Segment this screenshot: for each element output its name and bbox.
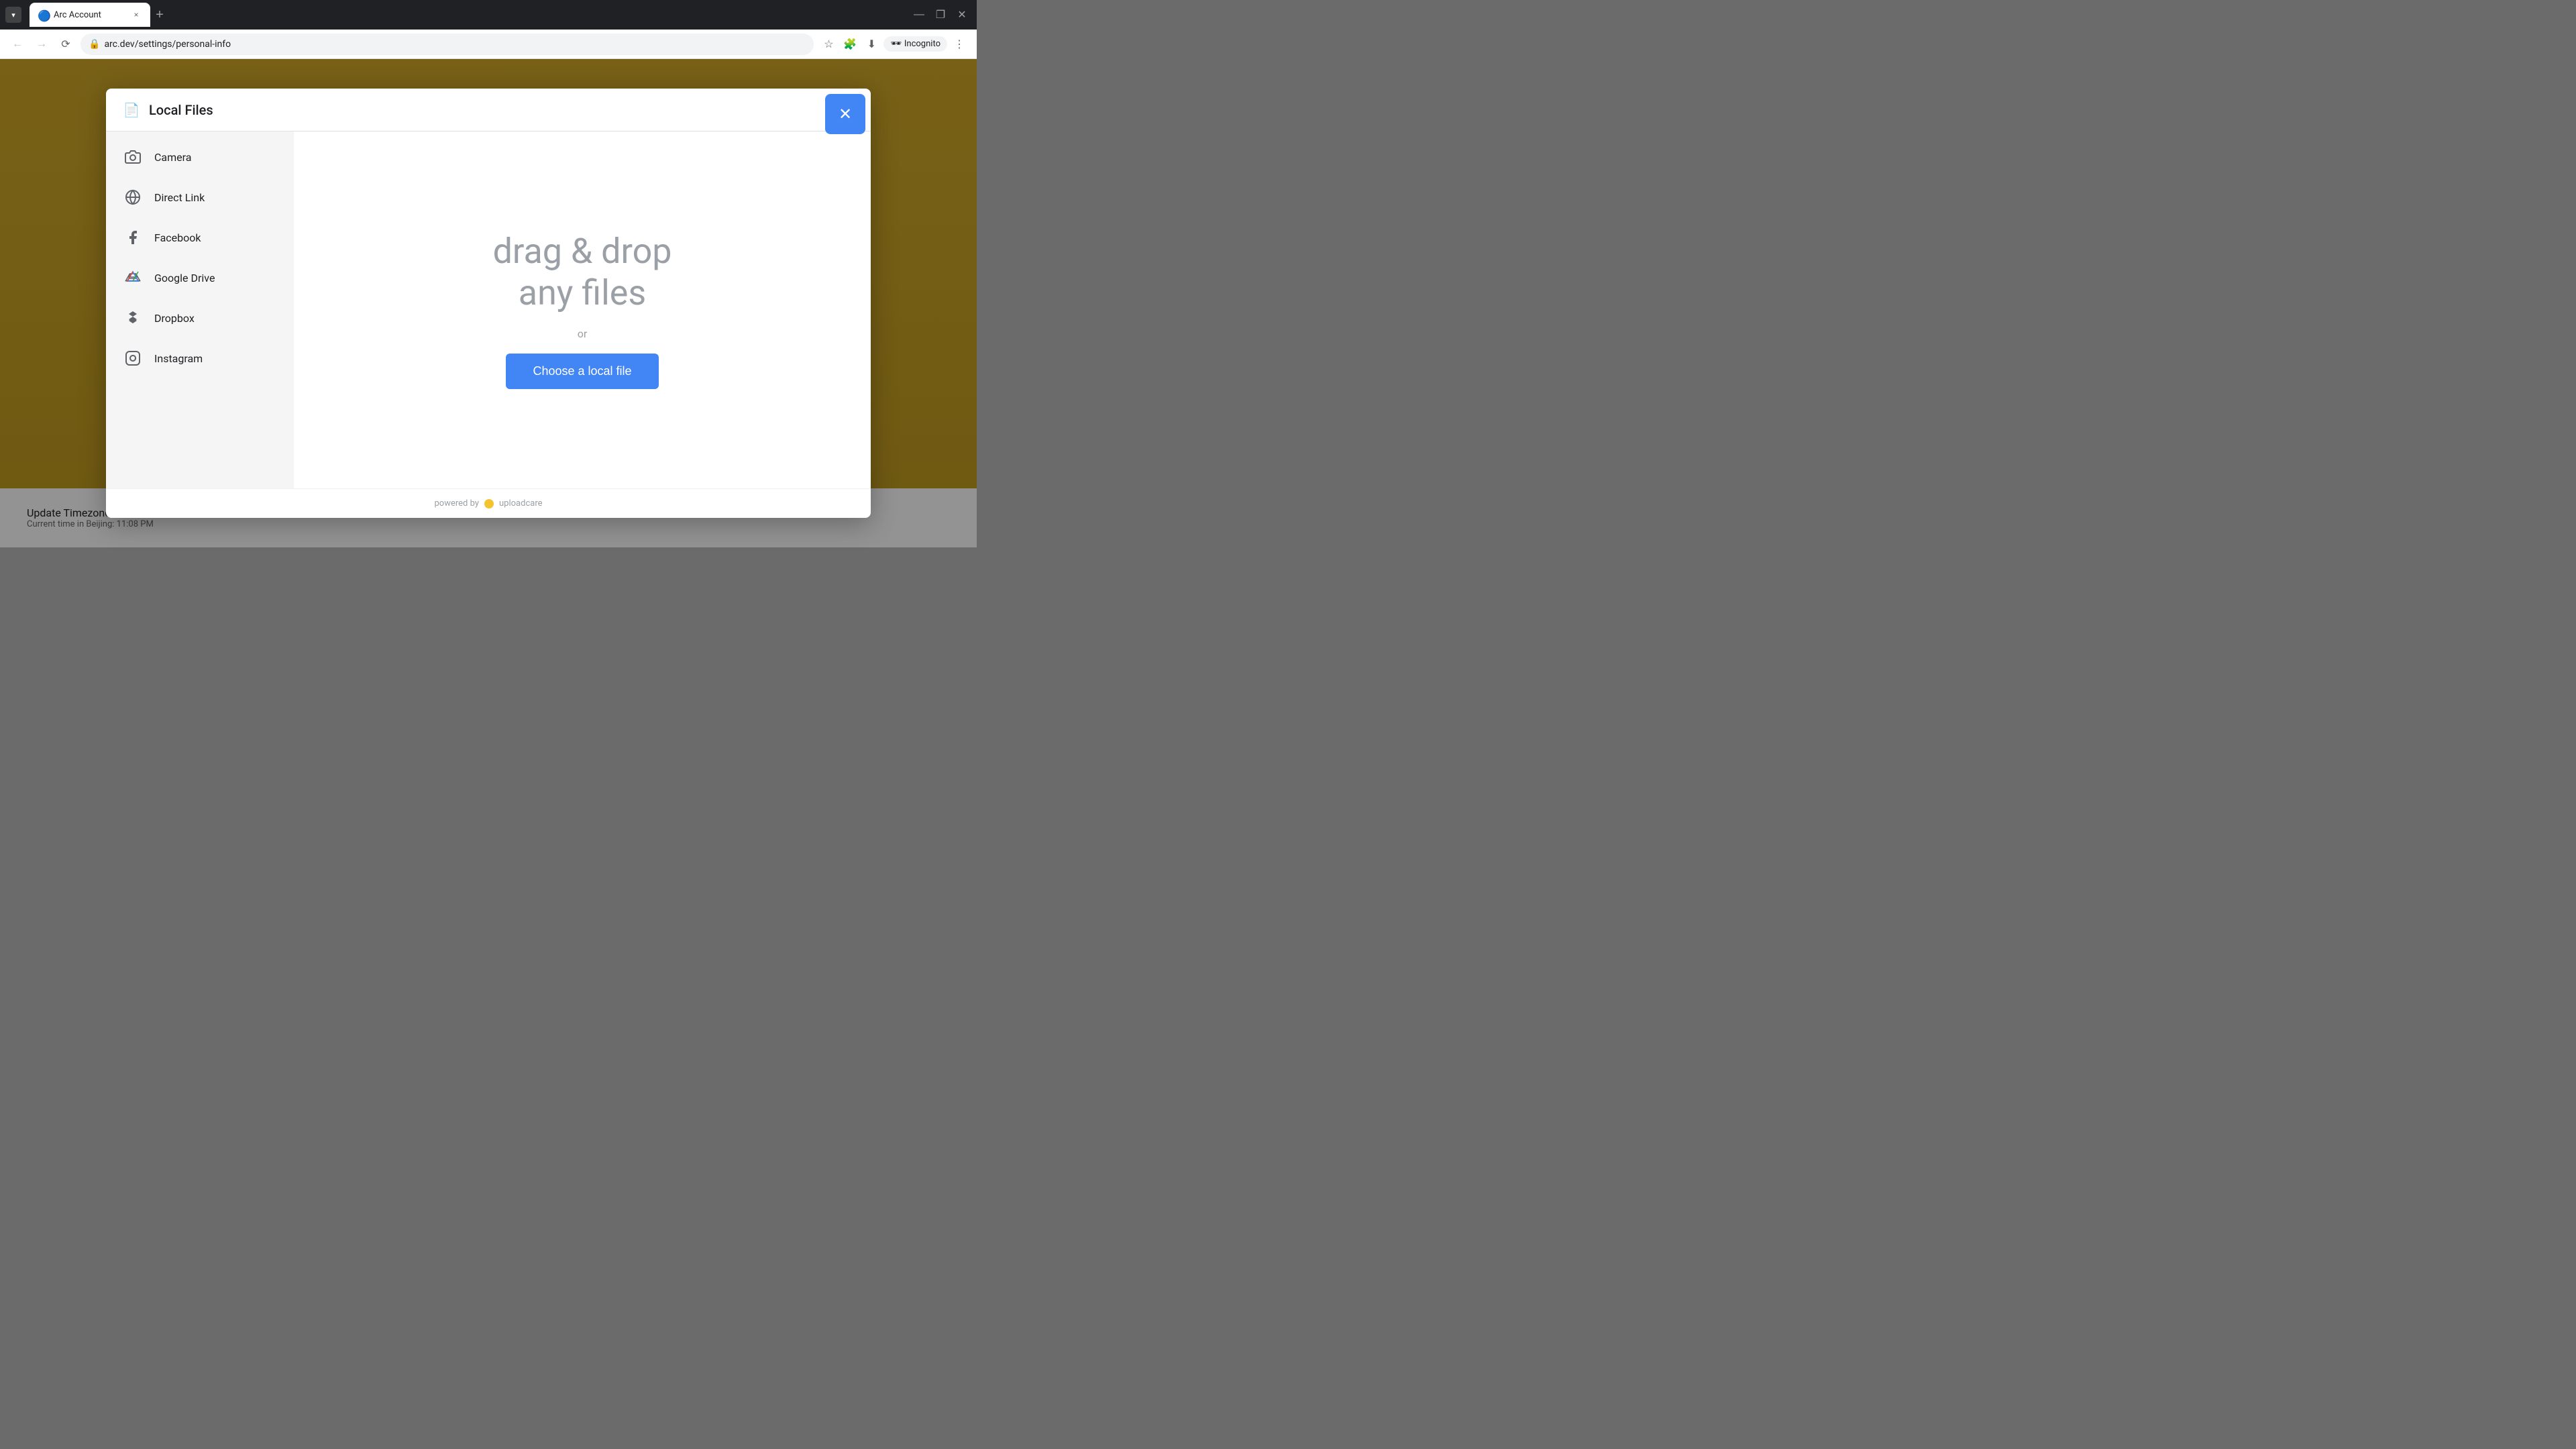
bookmark-button[interactable]: ☆ <box>819 35 838 54</box>
sidebar-item-instagram[interactable]: Instagram <box>106 338 294 378</box>
lock-icon: 🔒 <box>89 39 100 50</box>
incognito-icon: 🕶 <box>890 39 902 49</box>
drop-text-line1: drag & drop <box>493 231 672 272</box>
download-button[interactable]: ⬇ <box>862 35 881 54</box>
incognito-label: Incognito <box>904 39 941 49</box>
modal-sidebar: Camera Direct Link <box>106 131 294 488</box>
sidebar-item-dropbox-label: Dropbox <box>154 312 195 325</box>
tab-bar: 🔵 Arc Account × + <box>30 3 904 27</box>
window-controls: — ❐ ✕ <box>910 5 971 24</box>
url-text: arc.dev/settings/personal-info <box>104 39 231 50</box>
address-bar[interactable]: 🔒 arc.dev/settings/personal-info <box>80 34 814 55</box>
incognito-badge: 🕶 Incognito <box>883 36 947 52</box>
camera-icon <box>122 146 144 168</box>
uploadcare-logo-dot <box>484 499 494 508</box>
or-separator: or <box>578 327 588 340</box>
back-button[interactable]: ← <box>8 35 27 54</box>
modal-footer: powered by uploadcare <box>106 488 871 518</box>
modal-body: Camera Direct Link <box>106 131 871 488</box>
drop-text: drag & drop any files <box>493 231 672 315</box>
tab-favicon: 🔵 <box>38 9 48 20</box>
new-tab-button[interactable]: + <box>150 5 169 24</box>
upload-modal: 📄 Local Files ✕ Camera <box>106 89 871 518</box>
maximize-button[interactable]: ❐ <box>931 5 950 24</box>
sidebar-item-direct-link[interactable]: Direct Link <box>106 177 294 217</box>
dropbox-icon <box>122 307 144 329</box>
uploadcare-brand-name: uploadcare <box>499 498 543 508</box>
modal-title: Local Files <box>149 102 213 118</box>
browser-controls: ▾ <box>5 7 24 23</box>
instagram-icon <box>122 347 144 369</box>
address-bar-row: ← → ⟳ 🔒 arc.dev/settings/personal-info ☆… <box>0 30 977 59</box>
modal-overlay: 📄 Local Files ✕ Camera <box>0 59 977 547</box>
extensions-button[interactable]: 🧩 <box>841 35 859 54</box>
google-drive-icon <box>122 267 144 288</box>
refresh-button[interactable]: ⟳ <box>56 35 75 54</box>
tab-group-button[interactable]: ▾ <box>5 7 21 23</box>
direct-link-icon <box>122 186 144 208</box>
sidebar-item-camera[interactable]: Camera <box>106 137 294 177</box>
sidebar-item-google-drive[interactable]: Google Drive <box>106 258 294 298</box>
sidebar-item-facebook[interactable]: Facebook <box>106 217 294 258</box>
sidebar-item-instagram-label: Instagram <box>154 352 203 365</box>
facebook-icon <box>122 227 144 248</box>
modal-header: 📄 Local Files ✕ <box>106 89 871 131</box>
sidebar-item-google-drive-label: Google Drive <box>154 272 215 284</box>
menu-button[interactable]: ⋮ <box>950 35 969 54</box>
close-window-button[interactable]: ✕ <box>953 5 971 24</box>
sidebar-item-facebook-label: Facebook <box>154 231 201 244</box>
sidebar-item-camera-label: Camera <box>154 151 191 164</box>
modal-close-button[interactable]: ✕ <box>825 94 865 134</box>
sidebar-item-direct-link-label: Direct Link <box>154 191 205 204</box>
modal-main-content[interactable]: drag & drop any files or Choose a local … <box>294 131 871 488</box>
modal-title-icon: 📄 <box>122 101 141 119</box>
tab-title: Arc Account <box>54 10 125 20</box>
forward-button[interactable]: → <box>32 35 51 54</box>
powered-by-text: powered by <box>435 498 480 508</box>
minimize-button[interactable]: — <box>910 5 928 24</box>
toolbar-icons: ☆ 🧩 ⬇ 🕶 Incognito ⋮ <box>819 35 969 54</box>
browser-chrome: ▾ 🔵 Arc Account × + — ❐ ✕ <box>0 0 977 30</box>
sidebar-item-dropbox[interactable]: Dropbox <box>106 298 294 338</box>
active-tab[interactable]: 🔵 Arc Account × <box>30 3 150 27</box>
choose-file-button[interactable]: Choose a local file <box>506 354 658 389</box>
tab-close-button[interactable]: × <box>130 9 142 21</box>
drop-text-line2: any files <box>493 272 672 314</box>
